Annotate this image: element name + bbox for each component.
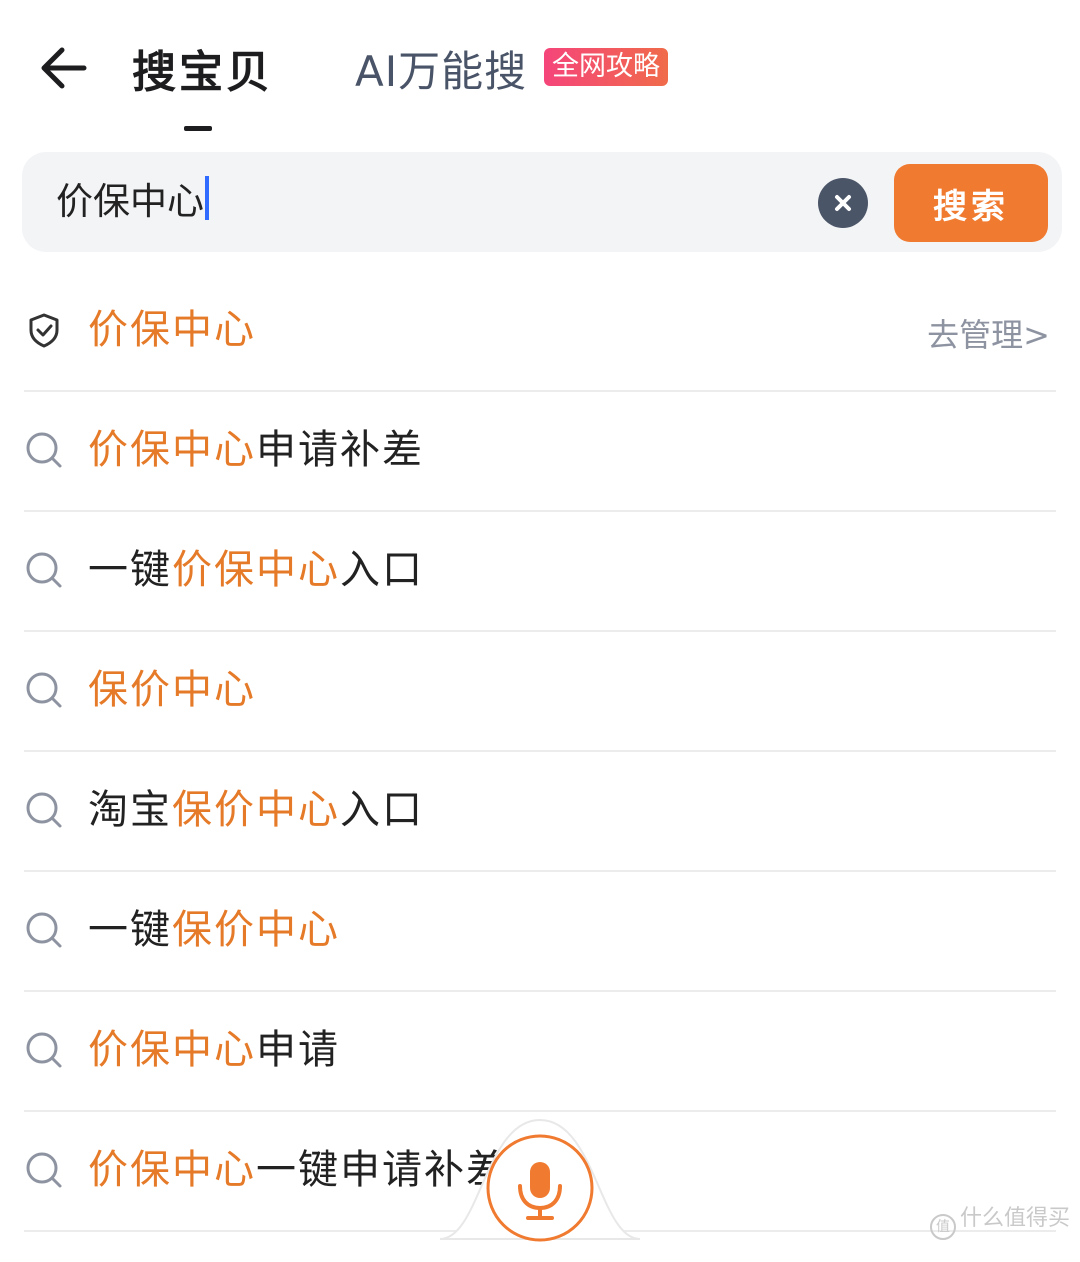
watermark-logo-icon: 值	[929, 1214, 956, 1240]
search-icon	[26, 672, 62, 708]
tab-ai-search[interactable]: AI万能搜	[355, 38, 527, 99]
voice-button-shape	[439, 1118, 641, 1242]
suggestion-text: 淘宝保价中心入口	[88, 784, 424, 836]
suggestion-prefix: 一键	[88, 907, 172, 953]
suggestion-item[interactable]: 一键保价中心	[24, 872, 1056, 992]
suggestion-prefix: 一键	[88, 547, 172, 593]
search-icon	[26, 912, 62, 948]
watermark-text: 什么值得买	[959, 1206, 1070, 1231]
suggestion-prefix: 淘宝	[88, 787, 172, 833]
clear-icon	[835, 195, 851, 211]
search-bar: 价保中心 搜索	[22, 152, 1062, 252]
suggestion-highlight: 保价中心	[88, 667, 256, 713]
manage-link[interactable]: 去管理>	[927, 310, 1050, 356]
voice-search-button[interactable]	[439, 1118, 641, 1258]
suggestion-highlight: 价保中心	[172, 547, 340, 593]
suggestion-suffix: 入口	[340, 547, 424, 593]
clear-button[interactable]	[818, 178, 868, 228]
search-icon	[26, 432, 62, 468]
suggestion-item[interactable]: 价保中心申请补差	[24, 392, 1056, 512]
entry-label-highlight: 价保中心	[88, 307, 256, 353]
shield-check-icon	[29, 313, 59, 348]
tab-search-items[interactable]: 搜宝贝	[132, 36, 273, 100]
search-icon	[26, 792, 62, 828]
search-icon	[26, 1152, 62, 1188]
suggestion-item[interactable]: 保价中心	[24, 632, 1056, 752]
ai-search-badge: 全网攻略	[544, 48, 668, 86]
suggestion-item[interactable]: 价保中心申请	[24, 992, 1056, 1112]
active-tab-indicator	[184, 126, 212, 131]
back-arrow-icon	[41, 47, 87, 89]
suggestion-suffix: 申请	[256, 1027, 340, 1073]
watermark: 值什么值得买	[929, 1200, 1070, 1240]
suggestion-list: 价保中心 去管理> 价保中心申请补差 一键价保中心入口 保价中心 淘宝保价中心入口 一键…	[24, 272, 1056, 1232]
suggestion-text: 一键保价中心	[88, 904, 340, 956]
header: 搜宝贝 AI万能搜 全网攻略	[0, 0, 1080, 150]
back-button[interactable]	[34, 40, 94, 96]
search-button[interactable]: 搜索	[894, 164, 1048, 242]
price-protection-entry[interactable]: 价保中心 去管理>	[24, 272, 1056, 392]
suggestion-highlight: 保价中心	[172, 907, 340, 953]
suggestion-text: 保价中心	[88, 664, 256, 716]
suggestion-text: 一键价保中心入口	[88, 544, 424, 596]
search-icon	[26, 1032, 62, 1068]
suggestion-text: 价保中心申请补差	[88, 424, 424, 476]
entry-label: 价保中心	[88, 304, 256, 356]
text-caret	[205, 176, 209, 220]
suggestion-highlight: 保价中心	[172, 787, 340, 833]
suggestion-item[interactable]: 淘宝保价中心入口	[24, 752, 1056, 872]
suggestion-highlight: 价保中心	[88, 427, 256, 473]
suggestion-suffix: 入口	[340, 787, 424, 833]
suggestion-highlight: 价保中心	[88, 1147, 256, 1193]
suggestion-highlight: 价保中心	[88, 1027, 256, 1073]
search-input[interactable]: 价保中心	[56, 176, 796, 228]
suggestion-text: 价保中心申请	[88, 1024, 340, 1076]
suggestion-item[interactable]: 一键价保中心入口	[24, 512, 1056, 632]
search-icon	[26, 552, 62, 588]
suggestion-suffix: 申请补差	[256, 427, 424, 473]
search-input-value: 价保中心	[56, 180, 204, 223]
